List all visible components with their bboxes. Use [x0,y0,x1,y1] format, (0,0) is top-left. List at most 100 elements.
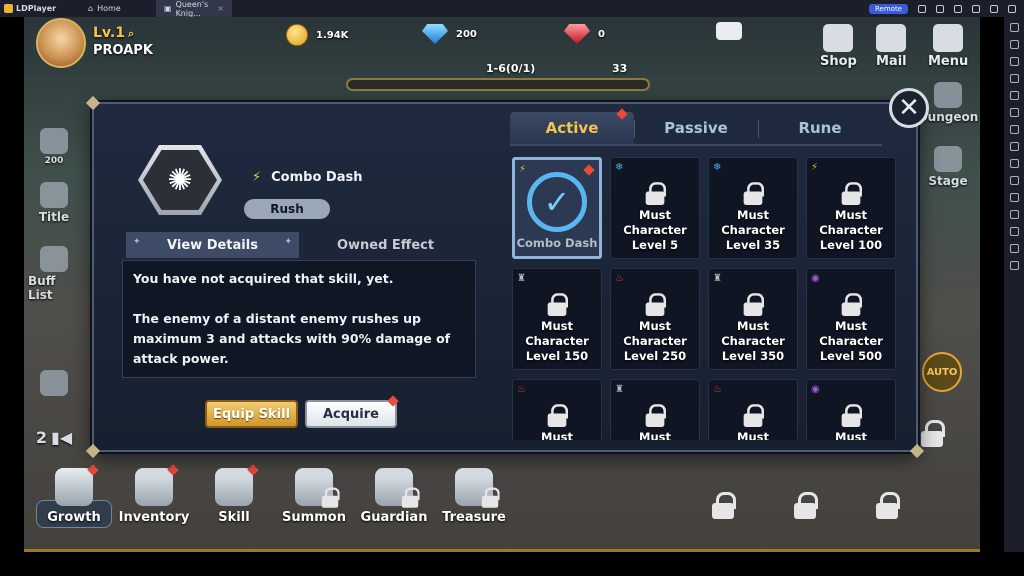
sync-icon[interactable] [1009,108,1019,117]
settings-icon[interactable] [1009,23,1019,32]
remote-button[interactable]: Remote [868,3,908,14]
player-avatar[interactable] [36,18,86,68]
bottom-menu: Growth Inventory Skill Summon Guardian T… [34,464,514,528]
gem-side-counter[interactable]: 200 [28,128,80,166]
selected-skill-name: ⚡ Combo Dash [252,170,362,185]
burst-icon: ✺ [143,150,217,210]
unlock-requirement: Must [541,430,573,440]
skill-slot[interactable]: ♨ Must Character Level 250 [610,268,700,370]
location-icon[interactable] [1009,244,1019,253]
title-icon [40,182,68,208]
skill-slot[interactable]: ❄ Must Character Level 5 [610,157,700,259]
stage-button[interactable]: Stage [920,146,976,188]
skill-button[interactable]: Skill [194,464,274,525]
apk-icon[interactable] [1009,193,1019,202]
search-icon[interactable]: ⌕ [128,27,134,40]
summon-button[interactable]: Summon [274,468,354,525]
letterbox-bottom [0,552,1024,576]
skill-slot[interactable]: ♜ Must Character Level 350 [708,268,798,370]
tab-game[interactable]: ▣ Queen's Knig... × [156,0,232,18]
mail-label: Mail [876,54,907,69]
menu-icon[interactable] [954,4,962,13]
record-icon[interactable] [1009,142,1019,151]
gamepad-icon[interactable] [918,4,926,13]
gold-coin-icon [286,24,308,46]
skill-slot[interactable]: ◉ Must Character Level 500 [806,268,896,370]
title-button[interactable]: Title [28,182,80,224]
equip-skill-button[interactable]: Equip Skill [205,400,298,428]
unlock-requirement: Must [835,319,867,333]
tab-active[interactable]: Active [510,112,634,144]
folder-icon[interactable] [1009,227,1019,236]
unlock-requirement: Level 35 [725,238,781,252]
skill-slot[interactable]: ⚡ Must Character Level 100 [806,157,896,259]
skill-slot[interactable]: ♨ Must [512,379,602,440]
ruby-icon [564,24,590,44]
hamburger-icon [933,24,964,52]
skill-slot[interactable]: ♨ Must [708,379,798,440]
tab-home[interactable]: ⌂ Home [80,0,156,17]
inventory-button[interactable]: Inventory [114,464,194,525]
skill-category-tabs: Active Passive Rune [510,112,882,146]
acquire-button[interactable]: Acquire [305,400,397,428]
lock-icon [876,492,900,520]
ldplayer-logo-icon [4,4,13,13]
menu-label: Menu [928,54,969,69]
mail-button[interactable]: Mail [876,24,907,69]
camera-counter[interactable]: 2 ▮◀ [28,428,80,447]
lock-icon [481,487,500,509]
minimize-icon[interactable] [972,4,980,13]
fullscreen-icon[interactable] [1009,91,1019,100]
tab-close-icon[interactable]: × [217,4,224,13]
skill-slot[interactable]: ♜ Must [610,379,700,440]
shake-icon[interactable] [1009,210,1019,219]
lock-icon [547,404,569,428]
auto-button[interactable]: AUTO [922,352,962,392]
gold-amount: 1.94K [316,29,349,41]
multi-instance-icon[interactable] [1009,176,1019,185]
tab-home-label: Home [97,4,121,13]
unlock-requirement: Must [835,430,867,440]
detail-subtabs: View Details Owned Effect [126,232,472,258]
stage-progress-bar [346,78,650,91]
none-element-icon: ♜ [713,273,722,284]
chat-icon[interactable] [716,22,742,40]
camera-icon: ▮◀ [51,428,73,447]
buff-list-button[interactable]: Buff List [28,246,80,302]
side-gem-amount: 200 [44,156,64,166]
treasure-label: Treasure [442,510,506,525]
maximize-icon[interactable] [990,4,998,13]
helmet-icon [55,464,99,506]
lock-icon [794,492,818,520]
guardian-button[interactable]: Guardian [354,468,434,525]
menu-button[interactable]: Menu [928,24,968,69]
screenshot-icon[interactable] [1009,125,1019,134]
unlock-requirement: Character [623,223,687,237]
skill-slot[interactable]: ◉ Must [806,379,896,440]
treasure-button[interactable]: Treasure [434,468,514,525]
shop-icon [823,24,854,52]
skill-label: Skill [218,510,250,525]
rotate-icon[interactable] [1009,261,1019,270]
close-icon[interactable]: ✕ [889,88,929,128]
chest-side-button[interactable] [28,370,80,398]
diamond-icon [422,24,448,44]
tab-passive[interactable]: Passive [634,112,758,144]
skill-slot[interactable]: ♜ Must Character Level 150 [512,268,602,370]
keyboard-icon[interactable] [1009,40,1019,49]
shop-button[interactable]: Shop [820,24,857,69]
tab-rune-label: Rune [798,119,842,137]
volume-down-icon[interactable] [1009,74,1019,83]
tab-owned-effect[interactable]: Owned Effect [299,232,472,258]
skill-slot[interactable]: ⚡ ✓ Combo Dash [512,157,602,259]
close-window-icon[interactable] [1008,4,1016,13]
account-icon[interactable] [936,4,944,13]
scissors-icon[interactable] [1009,159,1019,168]
growth-button[interactable]: Growth [34,464,114,528]
skill-slot[interactable]: ❄ Must Character Level 35 [708,157,798,259]
volume-up-icon[interactable] [1009,57,1019,66]
game-tab-icon: ▣ [164,4,172,13]
app-logo: LDPlayer [0,4,80,13]
tab-view-details[interactable]: View Details [126,232,299,258]
tab-rune[interactable]: Rune [758,112,882,144]
